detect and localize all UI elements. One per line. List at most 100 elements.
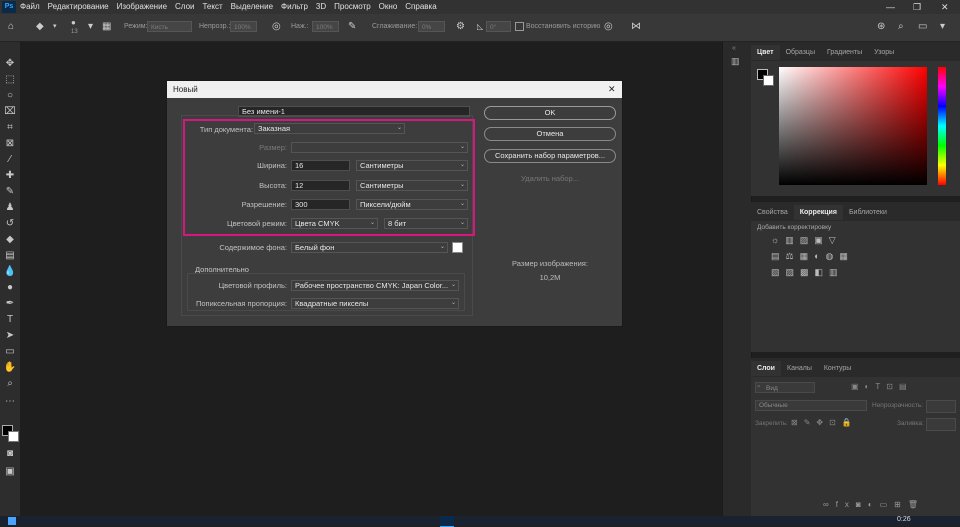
menu-layers[interactable]: Слои <box>171 0 198 14</box>
blur-tool-icon[interactable]: 💧 <box>3 265 17 279</box>
tab-channels[interactable]: Каналы <box>781 361 818 376</box>
bit-depth-select[interactable]: 8 бит ⌄ <box>384 218 468 229</box>
hand-tool-icon[interactable]: ✋ <box>3 361 17 375</box>
height-input[interactable]: 12 <box>291 180 350 191</box>
profile-select[interactable]: Рабочее пространство CMYK: Japan Color..… <box>291 280 459 291</box>
resolution-input[interactable]: 300 <box>291 199 350 210</box>
layer-actions-bar[interactable]: ∞fx◙◐▭⊞🗑 <box>823 500 925 509</box>
pressure-input[interactable]: 100% <box>312 21 339 32</box>
tab-adjustments[interactable]: Коррекция <box>793 205 843 220</box>
workspace-icon[interactable]: ▭ <box>918 21 927 33</box>
menu-view[interactable]: Просмотр <box>330 0 375 14</box>
photoshop-taskbar-icon[interactable] <box>440 516 454 527</box>
healing-brush-icon[interactable]: ✚ <box>3 169 17 183</box>
chevron-down-icon[interactable]: ▾ <box>53 21 57 33</box>
frame-tool-icon[interactable]: ⊠ <box>3 137 17 151</box>
tab-gradients[interactable]: Градиенты <box>821 45 868 60</box>
mode-select[interactable]: Кисть <box>147 21 192 32</box>
close-icon[interactable]: ✕ <box>608 81 616 98</box>
dodge-tool-icon[interactable]: ● <box>3 281 17 295</box>
menu-select[interactable]: Выделение <box>227 0 277 14</box>
resolution-unit-select[interactable]: Пиксели/дюйм ⌄ <box>356 199 468 210</box>
marquee-tool-icon[interactable]: ⬚ <box>3 73 17 87</box>
layer-filter-select[interactable]: Вид <box>755 382 815 393</box>
angle-input[interactable]: 0° <box>486 21 511 32</box>
tab-properties[interactable]: Свойства <box>751 205 794 220</box>
menu-help[interactable]: Справка <box>401 0 440 14</box>
start-icon[interactable] <box>8 517 16 525</box>
eyedropper-icon[interactable]: ⁄ <box>3 153 17 167</box>
adjustment-icons-row-2[interactable]: ▤⚖▦◐◍▦ <box>771 251 854 262</box>
tab-libraries[interactable]: Библиотеки <box>843 205 893 220</box>
stamp-tool-icon[interactable]: ♟ <box>3 201 17 215</box>
tab-color[interactable]: Цвет <box>751 45 780 60</box>
cancel-button[interactable]: Отмена <box>484 127 616 141</box>
doc-type-select[interactable]: Заказная ⌄ <box>254 123 405 134</box>
ok-button[interactable]: OK <box>484 106 616 120</box>
minimize-button[interactable]: — <box>886 0 895 14</box>
brush-preview-icon[interactable]: ● <box>71 17 76 29</box>
menu-3d[interactable]: 3D <box>312 0 330 14</box>
menu-filter[interactable]: Фильтр <box>277 0 312 14</box>
share-icon[interactable]: ⊛ <box>877 21 885 33</box>
search-icon[interactable]: ⌕ <box>898 21 904 33</box>
history-icon[interactable]: ▥ <box>731 56 740 67</box>
background-color-swatch[interactable] <box>763 75 774 86</box>
menu-edit[interactable]: Редактирование <box>44 0 113 14</box>
pixel-ratio-select[interactable]: Квадратные пикселы ⌄ <box>291 298 459 309</box>
move-tool-icon[interactable]: ✥ <box>3 57 17 71</box>
restore-history-checkbox[interactable] <box>515 22 524 31</box>
tab-swatches[interactable]: Образцы <box>780 45 821 60</box>
zoom-tool-icon[interactable]: ⌕ <box>3 377 17 391</box>
width-input[interactable]: 16 <box>291 160 350 171</box>
width-unit-select[interactable]: Сантиметры ⌄ <box>356 160 468 171</box>
layer-opacity-input[interactable] <box>926 400 956 413</box>
tab-patterns[interactable]: Узоры <box>868 45 900 60</box>
adjustment-icons-row-1[interactable]: ☼▥▨▣▽ <box>771 235 842 246</box>
height-unit-select[interactable]: Сантиметры ⌄ <box>356 180 468 191</box>
crop-tool-icon[interactable]: ⌗ <box>3 121 17 135</box>
save-preset-button[interactable]: Сохранить набор параметров... <box>484 149 616 163</box>
history-brush-icon[interactable]: ↺ <box>3 217 17 231</box>
lasso-tool-icon[interactable]: ○ <box>3 89 17 103</box>
expand-panels-icon[interactable]: « <box>732 45 736 52</box>
symmetry-icon[interactable]: ⋈ <box>631 21 641 33</box>
color-picker-field[interactable] <box>779 67 927 185</box>
eraser-tool-icon[interactable]: ◆ <box>36 21 44 33</box>
tab-layers[interactable]: Слои <box>751 361 781 376</box>
gear-icon[interactable]: ⚙ <box>456 21 465 33</box>
chevron-down-icon[interactable]: ▾ <box>88 21 93 33</box>
type-tool-icon[interactable]: T <box>3 313 17 327</box>
shape-tool-icon[interactable]: ▭ <box>3 345 17 359</box>
color-mode-select[interactable]: Цвета CMYK ⌄ <box>291 218 378 229</box>
opacity-input[interactable]: 100% <box>230 21 257 32</box>
layer-filter-icons[interactable]: ▣◐T⊡▤ <box>851 382 913 391</box>
maximize-button[interactable]: ❐ <box>913 0 921 14</box>
path-select-icon[interactable]: ➤ <box>3 329 17 343</box>
object-select-icon[interactable]: ⌧ <box>3 105 17 119</box>
adjustment-icons-row-3[interactable]: ▧▨▩◧▥ <box>771 267 844 278</box>
pressure-opacity-icon[interactable]: ◎ <box>272 21 281 33</box>
background-color-swatch[interactable] <box>8 431 19 442</box>
pressure-size-icon[interactable]: ◎ <box>604 21 613 33</box>
menu-text[interactable]: Текст <box>198 0 226 14</box>
airbrush-icon[interactable]: ✎ <box>348 21 356 33</box>
menu-window[interactable]: Окно <box>375 0 402 14</box>
home-icon[interactable]: ⌂ <box>8 21 14 33</box>
pen-tool-icon[interactable]: ✒ <box>3 297 17 311</box>
fill-input[interactable] <box>926 418 956 431</box>
lock-icons[interactable]: ⊠✎✥⊡🔒 <box>791 418 858 427</box>
background-select[interactable]: Белый фон ⌄ <box>291 242 448 253</box>
menu-image[interactable]: Изображение <box>113 0 171 14</box>
tab-paths[interactable]: Контуры <box>818 361 857 376</box>
gradient-tool-icon[interactable]: ▤ <box>3 249 17 263</box>
brush-settings-icon[interactable]: ▦ <box>102 21 111 33</box>
eraser-icon[interactable]: ◆ <box>3 233 17 247</box>
brush-tool-icon[interactable]: ✎ <box>3 185 17 199</box>
close-window-button[interactable]: ✕ <box>941 0 949 14</box>
hue-slider[interactable] <box>938 67 946 185</box>
more-tools-icon[interactable]: ⋯ <box>3 395 17 409</box>
screen-mode-icon[interactable]: ▣ <box>3 465 17 479</box>
smoothing-input[interactable]: 0% <box>418 21 445 32</box>
chevron-down-icon[interactable]: ▾ <box>940 21 945 33</box>
